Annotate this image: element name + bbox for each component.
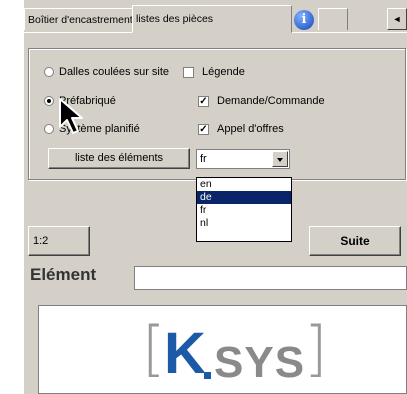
checkmark-icon: ✓ [198,95,209,107]
radio-dalles[interactable]: Dalles coulées sur site [44,64,169,80]
element-field[interactable] [134,266,407,290]
logo-bracket-right: ] [304,314,328,384]
radio-dalles-label: Dalles coulées sur site [59,66,170,78]
dialog-window: Boîtier d'encastrement listes des pièces… [24,0,407,394]
language-select-value: fr [200,153,207,165]
tab-strip: Boîtier d'encastrement listes des pièces… [24,0,407,34]
check-demande-label: Demande/Commande [217,95,325,107]
suite-button[interactable]: Suite [309,226,401,256]
radio-selected-icon [44,96,54,107]
scale-button[interactable]: 1:2 [28,226,90,256]
info-icon[interactable]: i [294,10,314,30]
tab-scroll-left-icon[interactable]: ◄ [387,8,407,30]
language-option-de[interactable]: de [197,191,291,204]
tab-blank[interactable] [318,8,348,30]
chevron-down-icon[interactable] [272,151,288,167]
check-legende-label: Légende [202,66,245,78]
radio-circle-icon [44,67,54,78]
mouse-pointer-icon [59,98,83,134]
radio-circle-icon [44,124,54,135]
liste-elements-button[interactable]: liste des éléments [48,148,190,169]
logo-bracket-left: [ [142,314,166,384]
check-legende[interactable]: Légende [181,64,245,80]
tab-listes[interactable]: listes des pièces [132,5,292,33]
element-label: Elément [30,265,97,284]
language-option-en[interactable]: en [197,178,291,191]
check-demande[interactable]: ✓ Demande/Commande [198,93,325,109]
check-appel-label: Appel d'offres [217,123,284,135]
logo-sys: SYS [214,338,306,387]
language-select[interactable]: fr [196,149,290,169]
logo-k: K [164,321,206,386]
language-option-fr[interactable]: fr [197,204,291,217]
tab-boitier[interactable]: Boîtier d'encastrement [24,8,134,30]
language-dropdown-list: en de fr nl [196,177,292,242]
check-appel[interactable]: ✓ Appel d'offres [198,121,284,137]
checkbox-empty-icon [183,66,194,78]
language-option-nl[interactable]: nl [197,217,291,230]
logo-dot [204,372,211,379]
checkmark-icon: ✓ [198,123,209,135]
